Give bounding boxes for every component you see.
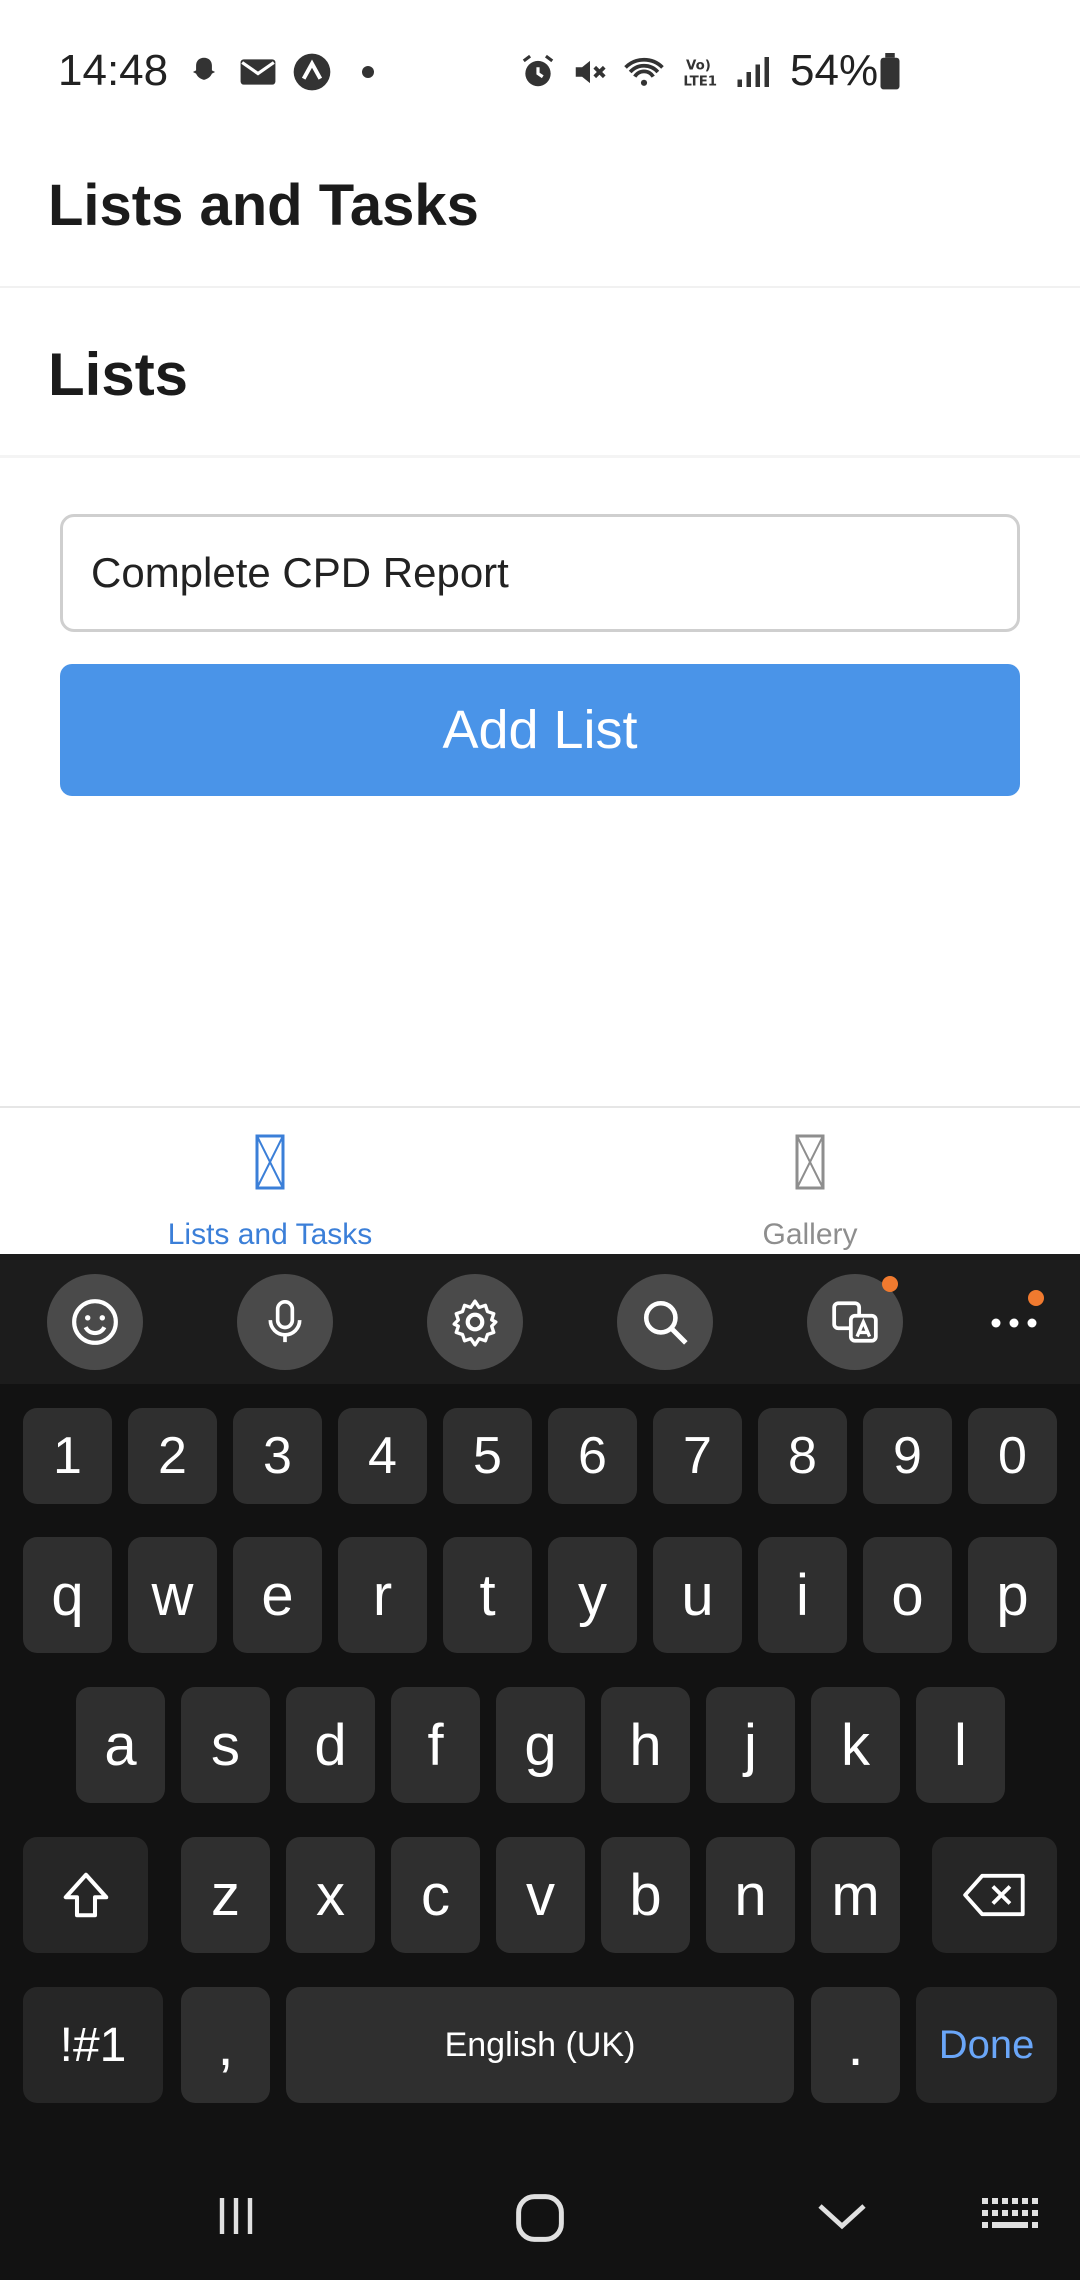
mute-icon (570, 52, 610, 92)
app-header: Lists and Tasks (0, 140, 1080, 288)
backspace-icon (962, 1873, 1025, 1917)
keyboard-toolbar (0, 1254, 1080, 1384)
add-list-button[interactable]: Add List (60, 664, 1020, 796)
key-u[interactable]: u (653, 1537, 742, 1653)
key-d[interactable]: d (286, 1687, 375, 1803)
notification-dot (1028, 1290, 1044, 1306)
key-z[interactable]: z (181, 1837, 270, 1953)
status-bar: 14:48 Vo) LTE1 54% (0, 0, 1080, 140)
tab-label: Gallery (762, 1218, 858, 1251)
system-nav-bar (0, 2160, 1080, 2280)
svg-text:LTE1: LTE1 (683, 74, 717, 89)
alarm-icon (518, 52, 558, 92)
battery-percentage: 54% (790, 46, 879, 95)
key-w[interactable]: w (128, 1537, 217, 1653)
key-v[interactable]: v (496, 1837, 585, 1953)
key-h[interactable]: h (601, 1687, 690, 1803)
key-0[interactable]: 0 (968, 1408, 1057, 1504)
dot-icon (348, 52, 388, 92)
shift-icon (63, 1872, 108, 1918)
tab-gallery[interactable]: Gallery (540, 1108, 1080, 1256)
home-icon[interactable] (506, 2184, 574, 2252)
back-icon[interactable] (810, 2184, 874, 2248)
volte-icon: Vo) LTE1 (682, 52, 722, 92)
key-7[interactable]: 7 (653, 1408, 742, 1504)
key-f[interactable]: f (391, 1687, 480, 1803)
shift-key[interactable] (23, 1837, 148, 1953)
app-icon (292, 52, 332, 92)
section-header: Lists (0, 288, 1080, 458)
key-5[interactable]: 5 (443, 1408, 532, 1504)
backspace-key[interactable] (932, 1837, 1057, 1953)
key-3[interactable]: 3 (233, 1408, 322, 1504)
symbols-key[interactable]: !#1 (23, 1987, 163, 2103)
key-q[interactable]: q (23, 1537, 112, 1653)
wifi-icon (624, 52, 664, 92)
recents-icon[interactable] (204, 2184, 268, 2248)
bottom-tab-bar: Lists and Tasks Gallery (0, 1106, 1080, 1254)
done-key[interactable]: Done (916, 1987, 1057, 2103)
key-t[interactable]: t (443, 1537, 532, 1653)
key-k[interactable]: k (811, 1687, 900, 1803)
page-title: Lists and Tasks (48, 173, 479, 238)
period-key[interactable]: . (811, 1987, 900, 2103)
snapchat-icon (184, 52, 224, 92)
tab-label: Lists and Tasks (167, 1218, 373, 1251)
key-s[interactable]: s (181, 1687, 270, 1803)
key-l[interactable]: l (916, 1687, 1005, 1803)
key-a[interactable]: a (76, 1687, 165, 1803)
signal-icon (734, 52, 774, 92)
key-6[interactable]: 6 (548, 1408, 637, 1504)
status-time: 14:48 (58, 46, 169, 95)
battery-icon (870, 52, 910, 92)
section-title: Lists (48, 341, 189, 408)
notification-dot (882, 1276, 898, 1292)
comma-key[interactable]: , (181, 1987, 270, 2103)
key-4[interactable]: 4 (338, 1408, 427, 1504)
tab-lists-and-tasks[interactable]: Lists and Tasks (0, 1108, 540, 1256)
key-p[interactable]: p (968, 1537, 1057, 1653)
key-o[interactable]: o (863, 1537, 952, 1653)
key-y[interactable]: y (548, 1537, 637, 1653)
key-1[interactable]: 1 (23, 1408, 112, 1504)
key-x[interactable]: x (286, 1837, 375, 1953)
key-n[interactable]: n (706, 1837, 795, 1953)
keyboard: 1 2 3 4 5 6 7 8 9 0 q w e r t y u i o p … (0, 1254, 1080, 2160)
search-icon[interactable] (617, 1274, 713, 1370)
space-key[interactable]: English (UK) (286, 1987, 794, 2103)
svg-text:Vo): Vo) (686, 58, 711, 73)
mail-icon (238, 52, 278, 92)
key-9[interactable]: 9 (863, 1408, 952, 1504)
settings-icon[interactable] (427, 1274, 523, 1370)
key-g[interactable]: g (496, 1687, 585, 1803)
missing-glyph-icon (255, 1134, 285, 1195)
key-i[interactable]: i (758, 1537, 847, 1653)
emoji-icon[interactable] (47, 1274, 143, 1370)
key-c[interactable]: c (391, 1837, 480, 1953)
key-e[interactable]: e (233, 1537, 322, 1653)
key-8[interactable]: 8 (758, 1408, 847, 1504)
key-r[interactable]: r (338, 1537, 427, 1653)
key-2[interactable]: 2 (128, 1408, 217, 1504)
keyboard-icon[interactable] (976, 2190, 1046, 2240)
key-b[interactable]: b (601, 1837, 690, 1953)
list-name-input[interactable] (60, 514, 1020, 632)
key-m[interactable]: m (811, 1837, 900, 1953)
missing-glyph-icon (795, 1134, 825, 1195)
microphone-icon[interactable] (237, 1274, 333, 1370)
key-j[interactable]: j (706, 1687, 795, 1803)
